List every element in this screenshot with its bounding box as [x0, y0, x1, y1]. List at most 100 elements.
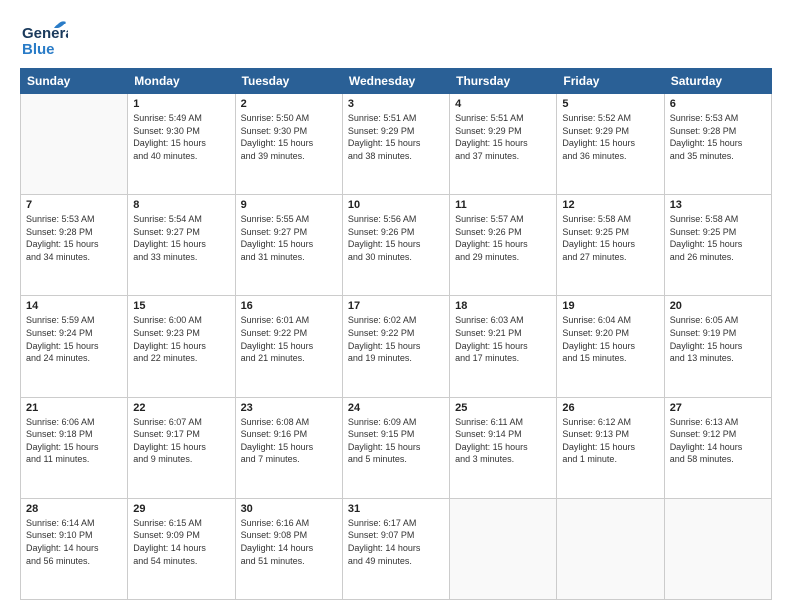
day-info: Sunrise: 6:16 AM Sunset: 9:08 PM Dayligh…: [241, 517, 337, 567]
day-info: Sunrise: 6:03 AM Sunset: 9:21 PM Dayligh…: [455, 314, 551, 364]
page: General Blue SundayMondayTuesdayWednesda…: [0, 0, 792, 612]
day-number: 8: [133, 199, 229, 211]
day-info: Sunrise: 5:57 AM Sunset: 9:26 PM Dayligh…: [455, 213, 551, 263]
calendar-header-monday: Monday: [128, 69, 235, 94]
day-number: 4: [455, 98, 551, 110]
calendar-week-1: 1 Sunrise: 5:49 AM Sunset: 9:30 PM Daylig…: [21, 94, 772, 195]
day-number: 9: [241, 199, 337, 211]
day-number: 5: [562, 98, 658, 110]
calendar-cell: 6 Sunrise: 5:53 AM Sunset: 9:28 PM Daylig…: [664, 94, 771, 195]
day-number: 19: [562, 300, 658, 312]
day-info: Sunrise: 5:50 AM Sunset: 9:30 PM Dayligh…: [241, 112, 337, 162]
day-info: Sunrise: 6:11 AM Sunset: 9:14 PM Dayligh…: [455, 416, 551, 466]
day-number: 23: [241, 402, 337, 414]
calendar-header-friday: Friday: [557, 69, 664, 94]
day-info: Sunrise: 5:54 AM Sunset: 9:27 PM Dayligh…: [133, 213, 229, 263]
calendar-cell: 19 Sunrise: 6:04 AM Sunset: 9:20 PM Dayli…: [557, 296, 664, 397]
day-number: 10: [348, 199, 444, 211]
day-info: Sunrise: 6:13 AM Sunset: 9:12 PM Dayligh…: [670, 416, 766, 466]
calendar-header-wednesday: Wednesday: [342, 69, 449, 94]
calendar-cell: 12 Sunrise: 5:58 AM Sunset: 9:25 PM Dayli…: [557, 195, 664, 296]
day-number: 6: [670, 98, 766, 110]
day-number: 25: [455, 402, 551, 414]
day-info: Sunrise: 6:12 AM Sunset: 9:13 PM Dayligh…: [562, 416, 658, 466]
calendar-cell: 9 Sunrise: 5:55 AM Sunset: 9:27 PM Daylig…: [235, 195, 342, 296]
day-number: 16: [241, 300, 337, 312]
day-number: 27: [670, 402, 766, 414]
calendar-cell: [557, 498, 664, 599]
calendar-cell: 4 Sunrise: 5:51 AM Sunset: 9:29 PM Daylig…: [450, 94, 557, 195]
day-number: 13: [670, 199, 766, 211]
day-info: Sunrise: 6:04 AM Sunset: 9:20 PM Dayligh…: [562, 314, 658, 364]
day-info: Sunrise: 6:15 AM Sunset: 9:09 PM Dayligh…: [133, 517, 229, 567]
day-number: 31: [348, 503, 444, 515]
calendar-cell: 20 Sunrise: 6:05 AM Sunset: 9:19 PM Dayli…: [664, 296, 771, 397]
calendar-cell: 24 Sunrise: 6:09 AM Sunset: 9:15 PM Dayli…: [342, 397, 449, 498]
day-number: 30: [241, 503, 337, 515]
logo-icon: General Blue: [20, 16, 68, 60]
calendar-cell: 31 Sunrise: 6:17 AM Sunset: 9:07 PM Dayli…: [342, 498, 449, 599]
calendar-cell: 13Sunrise: 5:58 AM Sunset: 9:25 PM Dayli…: [664, 195, 771, 296]
day-info: Sunrise: 5:59 AM Sunset: 9:24 PM Dayligh…: [26, 314, 122, 364]
svg-text:Blue: Blue: [22, 41, 55, 58]
calendar-cell: [664, 498, 771, 599]
day-info: Sunrise: 5:58 AM Sunset: 9:25 PM Dayligh…: [562, 213, 658, 263]
day-info: Sunrise: 5:53 AM Sunset: 9:28 PM Dayligh…: [26, 213, 122, 263]
calendar-week-3: 14 Sunrise: 5:59 AM Sunset: 9:24 PM Dayli…: [21, 296, 772, 397]
calendar-cell: 26 Sunrise: 6:12 AM Sunset: 9:13 PM Dayli…: [557, 397, 664, 498]
day-info: Sunrise: 6:06 AM Sunset: 9:18 PM Dayligh…: [26, 416, 122, 466]
calendar-cell: 18 Sunrise: 6:03 AM Sunset: 9:21 PM Dayli…: [450, 296, 557, 397]
calendar-cell: 2 Sunrise: 5:50 AM Sunset: 9:30 PM Daylig…: [235, 94, 342, 195]
day-info: Sunrise: 6:09 AM Sunset: 9:15 PM Dayligh…: [348, 416, 444, 466]
day-number: 24: [348, 402, 444, 414]
day-info: Sunrise: 6:07 AM Sunset: 9:17 PM Dayligh…: [133, 416, 229, 466]
day-number: 17: [348, 300, 444, 312]
calendar-cell: 28 Sunrise: 6:14 AM Sunset: 9:10 PM Dayli…: [21, 498, 128, 599]
calendar-cell: [21, 94, 128, 195]
calendar-header-sunday: Sunday: [21, 69, 128, 94]
day-info: Sunrise: 5:55 AM Sunset: 9:27 PM Dayligh…: [241, 213, 337, 263]
day-info: Sunrise: 6:01 AM Sunset: 9:22 PM Dayligh…: [241, 314, 337, 364]
header: General Blue: [20, 16, 772, 60]
day-info: Sunrise: 5:52 AM Sunset: 9:29 PM Dayligh…: [562, 112, 658, 162]
day-number: 21: [26, 402, 122, 414]
day-info: Sunrise: 6:14 AM Sunset: 9:10 PM Dayligh…: [26, 517, 122, 567]
day-info: Sunrise: 6:05 AM Sunset: 9:19 PM Dayligh…: [670, 314, 766, 364]
calendar-cell: 11Sunrise: 5:57 AM Sunset: 9:26 PM Dayli…: [450, 195, 557, 296]
calendar-cell: 1 Sunrise: 5:49 AM Sunset: 9:30 PM Daylig…: [128, 94, 235, 195]
calendar-cell: 25 Sunrise: 6:11 AM Sunset: 9:14 PM Dayli…: [450, 397, 557, 498]
day-info: Sunrise: 6:08 AM Sunset: 9:16 PM Dayligh…: [241, 416, 337, 466]
day-info: Sunrise: 5:56 AM Sunset: 9:26 PM Dayligh…: [348, 213, 444, 263]
day-info: Sunrise: 5:51 AM Sunset: 9:29 PM Dayligh…: [348, 112, 444, 162]
day-number: 3: [348, 98, 444, 110]
day-info: Sunrise: 6:00 AM Sunset: 9:23 PM Dayligh…: [133, 314, 229, 364]
day-number: 7: [26, 199, 122, 211]
day-number: 1: [133, 98, 229, 110]
day-number: 18: [455, 300, 551, 312]
day-number: 28: [26, 503, 122, 515]
day-info: Sunrise: 5:53 AM Sunset: 9:28 PM Dayligh…: [670, 112, 766, 162]
svg-text:General: General: [22, 25, 68, 42]
day-number: 2: [241, 98, 337, 110]
calendar-cell: 3 Sunrise: 5:51 AM Sunset: 9:29 PM Daylig…: [342, 94, 449, 195]
logo: General Blue: [20, 16, 68, 60]
day-number: 12: [562, 199, 658, 211]
day-info: Sunrise: 5:49 AM Sunset: 9:30 PM Dayligh…: [133, 112, 229, 162]
calendar-header-row: SundayMondayTuesdayWednesdayThursdayFrid…: [21, 69, 772, 94]
calendar-cell: 21 Sunrise: 6:06 AM Sunset: 9:18 PM Dayli…: [21, 397, 128, 498]
day-info: Sunrise: 5:51 AM Sunset: 9:29 PM Dayligh…: [455, 112, 551, 162]
day-number: 22: [133, 402, 229, 414]
calendar-table: SundayMondayTuesdayWednesdayThursdayFrid…: [20, 68, 772, 600]
day-number: 20: [670, 300, 766, 312]
day-number: 15: [133, 300, 229, 312]
calendar-cell: 10 Sunrise: 5:56 AM Sunset: 9:26 PM Dayli…: [342, 195, 449, 296]
day-info: Sunrise: 6:17 AM Sunset: 9:07 PM Dayligh…: [348, 517, 444, 567]
day-number: 14: [26, 300, 122, 312]
calendar-header-tuesday: Tuesday: [235, 69, 342, 94]
calendar-cell: 16 Sunrise: 6:01 AM Sunset: 9:22 PM Dayli…: [235, 296, 342, 397]
calendar-cell: [450, 498, 557, 599]
calendar-cell: 14 Sunrise: 5:59 AM Sunset: 9:24 PM Dayli…: [21, 296, 128, 397]
day-number: 29: [133, 503, 229, 515]
day-number: 26: [562, 402, 658, 414]
calendar-week-5: 28 Sunrise: 6:14 AM Sunset: 9:10 PM Dayli…: [21, 498, 772, 599]
